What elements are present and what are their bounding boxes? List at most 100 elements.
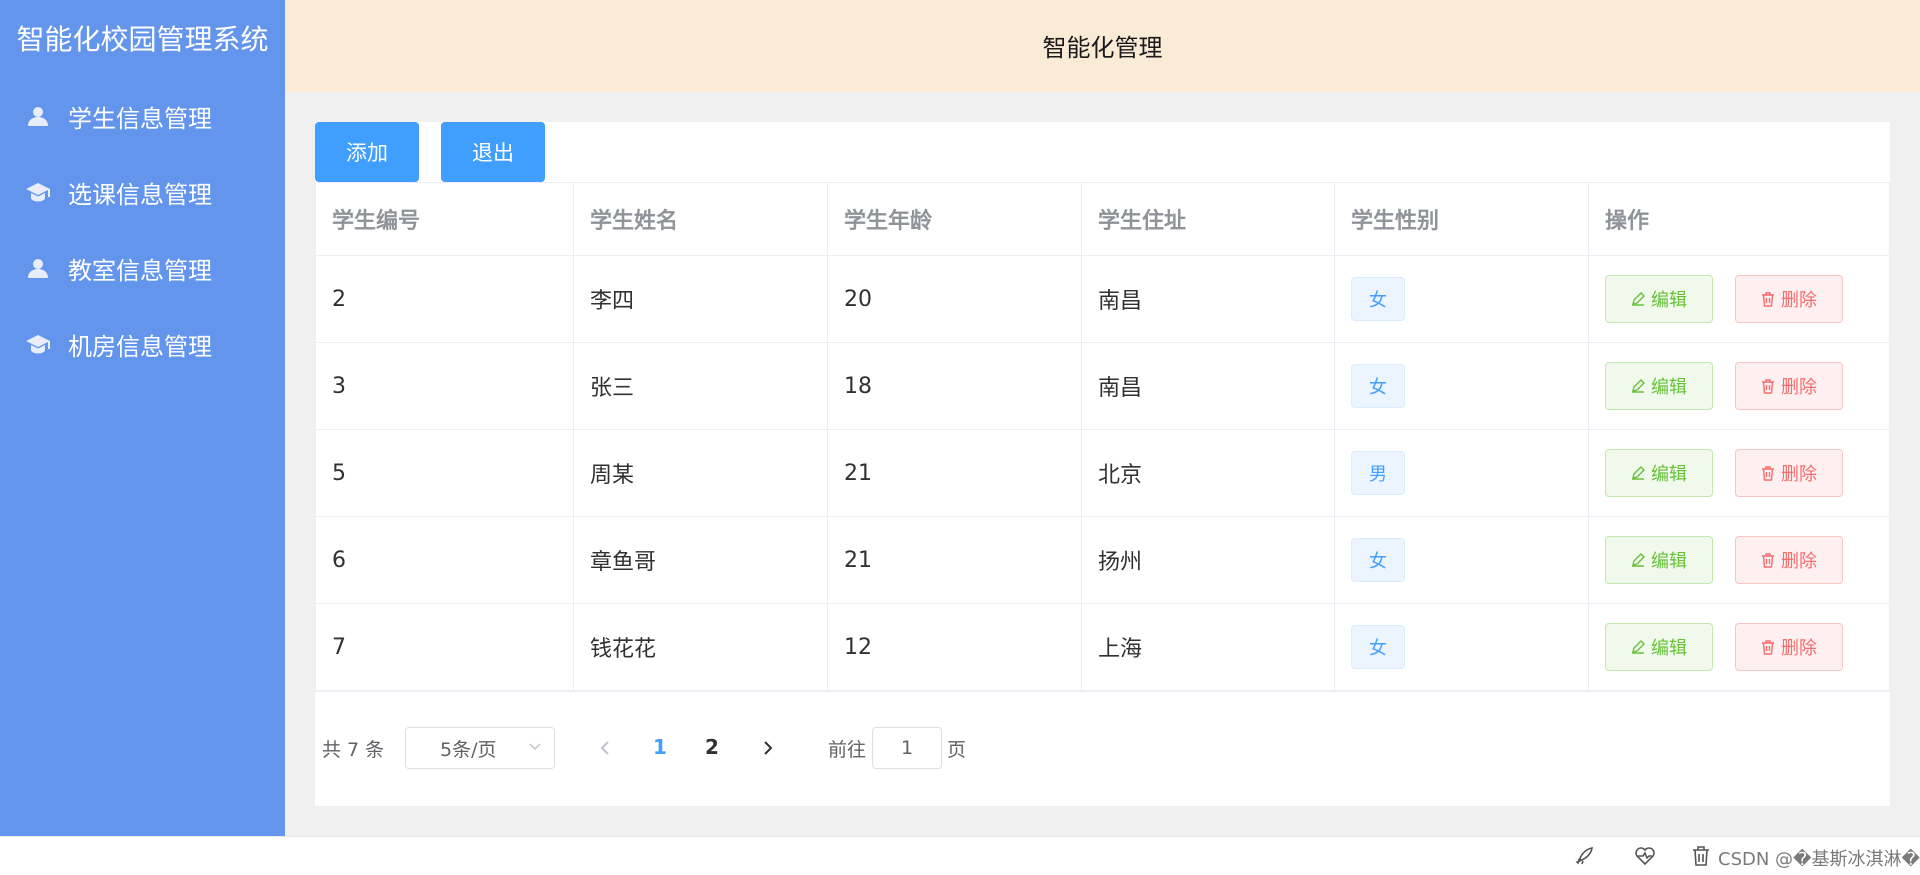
cell-actions: 编辑 删除 xyxy=(1589,604,1889,690)
cell-gender: 女 xyxy=(1335,343,1589,429)
edit-label: 编辑 xyxy=(1651,377,1687,398)
cell-age: 21 xyxy=(828,430,1082,516)
column-header-address: 学生住址 xyxy=(1082,183,1335,255)
delete-label: 删除 xyxy=(1781,464,1817,485)
cell-age: 21 xyxy=(828,517,1082,603)
column-header-id: 学生编号 xyxy=(316,183,574,255)
trash-icon xyxy=(1762,291,1774,307)
cell-gender: 男 xyxy=(1335,430,1589,516)
cell-id: 7 xyxy=(316,604,574,690)
cell-gender: 女 xyxy=(1335,256,1589,342)
delete-button[interactable]: 删除 xyxy=(1735,275,1843,323)
edit-button[interactable]: 编辑 xyxy=(1605,275,1713,323)
cell-address: 上海 xyxy=(1082,604,1335,690)
cell-address: 北京 xyxy=(1082,430,1335,516)
cell-actions: 编辑 删除 xyxy=(1589,430,1889,516)
table-row: 6 章鱼哥 21 扬州 女 编辑 删除 xyxy=(316,517,1889,604)
edit-button[interactable]: 编辑 xyxy=(1605,449,1713,497)
table-header-row: 学生编号 学生姓名 学生年龄 学生住址 学生性别 操作 xyxy=(316,183,1889,256)
cell-id: 2 xyxy=(316,256,574,342)
cell-actions: 编辑 删除 xyxy=(1589,343,1889,429)
heart-pulse-icon[interactable] xyxy=(1634,845,1656,867)
cell-id: 6 xyxy=(316,517,574,603)
delete-label: 删除 xyxy=(1781,290,1817,311)
sidebar-item-label: 机房信息管理 xyxy=(68,332,212,361)
page-1-button[interactable]: 1 xyxy=(653,735,667,759)
delete-button[interactable]: 删除 xyxy=(1735,362,1843,410)
sidebar-item-label: 教室信息管理 xyxy=(68,256,212,285)
edit-label: 编辑 xyxy=(1651,464,1687,485)
pencil-icon xyxy=(1632,292,1645,306)
sidebar: 智能化校园管理系统 学生信息管理 选课信息管理 教室信息管理 机房信息管理 xyxy=(0,0,285,836)
user-icon xyxy=(26,104,50,128)
edit-button[interactable]: 编辑 xyxy=(1605,623,1713,671)
delete-label: 删除 xyxy=(1781,638,1817,659)
goto-label: 前往 xyxy=(828,739,867,761)
exit-button[interactable]: 退出 xyxy=(441,122,545,182)
graduation-cap-icon xyxy=(26,332,50,356)
column-header-name: 学生姓名 xyxy=(574,183,828,255)
table-row: 5 周某 21 北京 男 编辑 删除 xyxy=(316,430,1889,517)
table-row: 3 张三 18 南昌 女 编辑 删除 xyxy=(316,343,1889,430)
watermark-text: CSDN @�基斯冰淇淋� xyxy=(1718,849,1920,870)
cell-gender: 女 xyxy=(1335,517,1589,603)
user-icon xyxy=(26,256,50,280)
cell-id: 5 xyxy=(316,430,574,516)
pagination: 共 7 条 5条/页 1 2 前往 页 xyxy=(315,692,1890,806)
pencil-icon xyxy=(1632,553,1645,567)
app-title: 智能化校园管理系统 xyxy=(16,23,269,56)
gender-tag: 女 xyxy=(1351,538,1405,582)
sidebar-item-computer-room-info[interactable]: 机房信息管理 xyxy=(0,314,285,374)
cell-address: 南昌 xyxy=(1082,343,1335,429)
trash-icon xyxy=(1762,465,1774,481)
sidebar-item-label: 学生信息管理 xyxy=(68,104,212,133)
delete-button[interactable]: 删除 xyxy=(1735,623,1843,671)
cell-name: 章鱼哥 xyxy=(574,517,828,603)
table-row: 2 李四 20 南昌 女 编辑 删除 xyxy=(316,256,1889,343)
cell-age: 12 xyxy=(828,604,1082,690)
gender-tag: 女 xyxy=(1351,625,1405,669)
edit-label: 编辑 xyxy=(1651,290,1687,311)
column-header-actions: 操作 xyxy=(1605,209,1650,234)
cell-actions: 编辑 删除 xyxy=(1589,256,1889,342)
header: 智能化管理 xyxy=(285,0,1920,92)
delete-button[interactable]: 删除 xyxy=(1735,449,1843,497)
edit-label: 编辑 xyxy=(1651,551,1687,572)
cell-actions: 编辑 删除 xyxy=(1589,517,1889,603)
chevron-right-icon xyxy=(764,741,773,755)
gender-tag: 女 xyxy=(1351,277,1405,321)
gender-tag: 男 xyxy=(1351,451,1405,495)
cell-age: 20 xyxy=(828,256,1082,342)
edit-button[interactable]: 编辑 xyxy=(1605,536,1713,584)
sidebar-item-course-selection[interactable]: 选课信息管理 xyxy=(0,162,285,222)
prev-page-button[interactable] xyxy=(590,732,620,764)
cell-name: 张三 xyxy=(574,343,828,429)
rocket-icon[interactable] xyxy=(1574,845,1596,867)
sidebar-item-classroom-info[interactable]: 教室信息管理 xyxy=(0,238,285,298)
trash-icon[interactable] xyxy=(1690,845,1712,867)
chevron-down-icon xyxy=(529,743,541,751)
page-title: 智能化管理 xyxy=(1042,34,1163,62)
column-header-gender: 学生性别 xyxy=(1335,183,1589,255)
edit-button[interactable]: 编辑 xyxy=(1605,362,1713,410)
page-size-select[interactable]: 5条/页 xyxy=(405,727,555,769)
delete-button[interactable]: 删除 xyxy=(1735,536,1843,584)
main-card: 添加 退出 学生编号 学生姓名 学生年龄 学生住址 学生性别 操作 2 李四 2… xyxy=(315,122,1890,806)
add-button[interactable]: 添加 xyxy=(315,122,419,182)
delete-label: 删除 xyxy=(1781,377,1817,398)
cell-gender: 女 xyxy=(1335,604,1589,690)
goto-page-input[interactable] xyxy=(872,727,942,769)
column-header-age: 学生年龄 xyxy=(828,183,1082,255)
pencil-icon xyxy=(1632,466,1645,480)
page-2-button[interactable]: 2 xyxy=(705,735,719,759)
cell-address: 扬州 xyxy=(1082,517,1335,603)
bottom-toolbar: CSDN @�基斯冰淇淋� xyxy=(0,836,1920,875)
edit-label: 编辑 xyxy=(1651,638,1687,659)
cell-name: 周某 xyxy=(574,430,828,516)
sidebar-item-student-info[interactable]: 学生信息管理 xyxy=(0,86,285,146)
next-page-button[interactable] xyxy=(753,732,783,764)
cell-id: 3 xyxy=(316,343,574,429)
table-row: 7 钱花花 12 上海 女 编辑 删除 xyxy=(316,604,1889,691)
gender-tag: 女 xyxy=(1351,364,1405,408)
trash-icon xyxy=(1762,378,1774,394)
